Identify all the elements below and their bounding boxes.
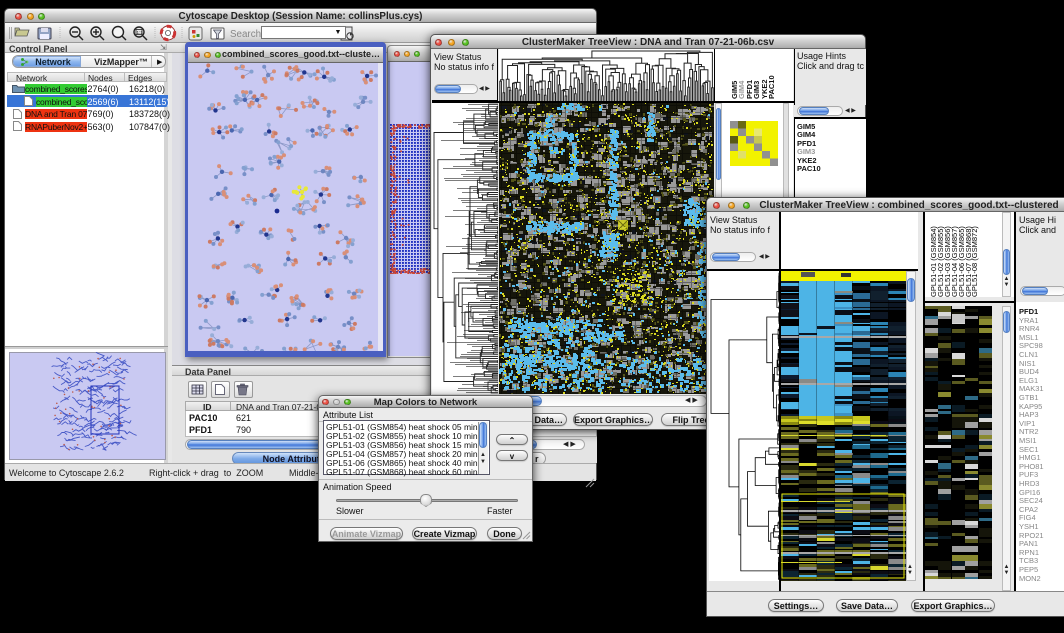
svg-text:1:1: 1:1 [137, 30, 144, 35]
svg-text:Search:: Search: [230, 29, 264, 40]
